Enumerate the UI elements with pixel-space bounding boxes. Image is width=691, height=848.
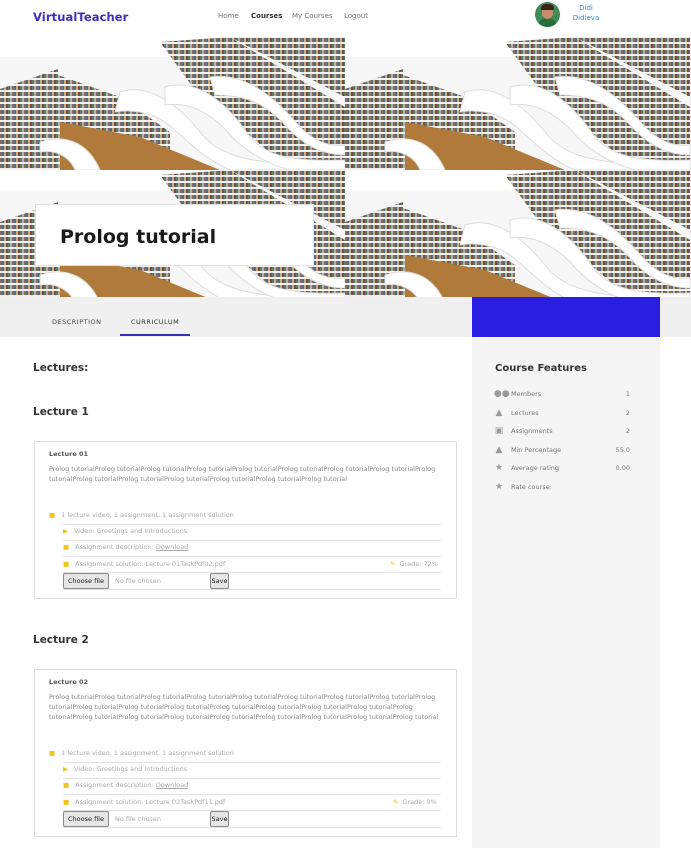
user-name[interactable]: Didi Didieva	[570, 3, 602, 23]
star-icon: ★	[494, 463, 504, 473]
divider	[63, 778, 441, 779]
divider	[63, 762, 441, 763]
file-upload-form: Choose file No file chosen Save	[63, 573, 233, 589]
tabs-bar-filler	[660, 297, 691, 337]
lectures-heading: Lectures:	[33, 362, 89, 374]
user-last-name: Didieva	[572, 14, 600, 22]
members-icon: ●●	[494, 389, 510, 399]
divider	[63, 589, 441, 590]
feature-lectures: ▲ Lectures 2	[494, 408, 630, 420]
lecture-summary[interactable]: ■ 1 lecture video, 1 assignment, 1 assign…	[49, 749, 234, 757]
nav-home-link[interactable]: Home	[218, 12, 239, 20]
feature-average-rating: ★ Average rating 0.00	[494, 463, 630, 475]
divider	[63, 827, 441, 828]
feature-members: ●● Members 1	[494, 389, 630, 401]
user-first-name: Didi	[579, 4, 593, 12]
no-file-label: No file chosen	[115, 815, 162, 823]
download-link[interactable]: Download	[156, 543, 188, 551]
star-icon[interactable]: ★	[494, 482, 504, 492]
divider	[63, 556, 441, 557]
user-avatar[interactable]	[535, 2, 560, 27]
file-icon: ■	[63, 798, 70, 806]
feature-label: Min Percentage	[511, 446, 562, 454]
feature-assignments: ▣ Assignments 2	[494, 426, 630, 438]
folder-icon: ■	[49, 511, 56, 519]
grade-label: ✎ Grade: 0%	[393, 798, 437, 806]
edit-icon: ✎	[393, 798, 399, 806]
feature-label: Members	[511, 390, 542, 398]
course-tabs: DESCRIPTION CURRICULUM	[0, 297, 472, 337]
nav-my-courses-link[interactable]: My Courses	[292, 12, 333, 20]
feature-value: 2	[625, 427, 630, 435]
feature-min-percentage: ▲ Min Percentage 55.0	[494, 445, 630, 457]
edit-icon: ✎	[390, 560, 396, 568]
course-title-box: Prolog tutorial	[35, 204, 314, 266]
feature-label: Lectures	[511, 409, 539, 417]
lecture-video-item[interactable]: ▶ Video: Greetings and Introductions	[63, 765, 187, 773]
assignment-solution-item[interactable]: ■ Assignment solution: Lecture 02TaskPdf1…	[63, 798, 225, 806]
feature-value: 55.0	[615, 446, 630, 454]
lecture-card: Lecture 01 Prolog tutorialProlog tutoria…	[34, 441, 457, 599]
lecture-summary[interactable]: ■ 1 lecture video, 1 assignment, 1 assign…	[49, 511, 234, 519]
tab-description[interactable]: DESCRIPTION	[52, 318, 102, 326]
feature-label: Assignments	[511, 427, 553, 435]
course-hero-image: Prolog tutorial	[0, 37, 691, 297]
lecture-description: Prolog tutorialProlog tutorialProlog tut…	[49, 693, 439, 721]
video-icon: ▶	[63, 765, 68, 773]
lecture-video-item[interactable]: ▶ Video: Greetings and Introductions	[63, 527, 187, 535]
feature-value: 0.00	[615, 464, 630, 472]
save-button[interactable]: Save	[210, 573, 229, 589]
sidebar-banner	[472, 297, 660, 337]
clipboard-icon: ▣	[494, 426, 504, 436]
nav-logout-link[interactable]: Logout	[344, 12, 368, 20]
thumbs-up-icon: ▲	[495, 445, 503, 455]
save-button[interactable]: Save	[210, 811, 229, 827]
video-icon: ▶	[63, 527, 68, 535]
feature-rate-course[interactable]: ★ Rate course:	[494, 482, 606, 494]
course-title: Prolog tutorial	[60, 226, 217, 248]
lecture-card-title: Lecture 01	[49, 450, 89, 458]
active-tab-indicator	[120, 334, 190, 336]
assignment-solution-item[interactable]: ■ Assignment solution: Lecture 01TaskPdf0…	[63, 560, 225, 568]
divider	[63, 794, 441, 795]
grade-label: ✎ Grade: 72%	[390, 560, 438, 568]
lecture-heading: Lecture 1	[33, 406, 89, 418]
assignment-description-item: ■ Assignment description: Download	[63, 543, 189, 551]
course-features-sidebar: Course Features ●● Members 1 ▲ Lectures …	[472, 297, 660, 848]
top-header: VirtualTeacher Home Courses My Courses L…	[0, 0, 691, 37]
file-upload-form: Choose file No file chosen Save	[63, 811, 233, 827]
feature-label: Rate course:	[511, 483, 552, 491]
assignment-description-item: ■ Assignment description: Download	[63, 781, 189, 789]
divider	[63, 524, 441, 525]
divider	[63, 540, 441, 541]
nav-courses-link[interactable]: Courses	[251, 12, 282, 20]
course-features-title: Course Features	[495, 363, 587, 374]
feature-value: 1	[625, 390, 630, 398]
feature-label: Average rating	[511, 464, 560, 472]
lecture-card: Lecture 02 Prolog tutorialProlog tutoria…	[34, 669, 457, 837]
lecture-card-title: Lecture 02	[49, 678, 89, 686]
lecture-description: Prolog tutorialProlog tutorialProlog tut…	[49, 465, 436, 483]
lecture-heading: Lecture 2	[33, 634, 89, 646]
choose-file-button[interactable]: Choose file	[63, 573, 109, 589]
download-link[interactable]: Download	[156, 781, 188, 789]
file-icon: ■	[63, 781, 70, 789]
no-file-label: No file chosen	[115, 577, 162, 585]
tab-curriculum[interactable]: CURRICULUM	[131, 318, 179, 326]
file-icon: ■	[63, 560, 70, 568]
choose-file-button[interactable]: Choose file	[63, 811, 109, 827]
folder-icon: ■	[49, 749, 56, 757]
bell-icon: ▲	[495, 408, 503, 418]
file-icon: ■	[63, 543, 70, 551]
feature-value: 2	[625, 409, 630, 417]
